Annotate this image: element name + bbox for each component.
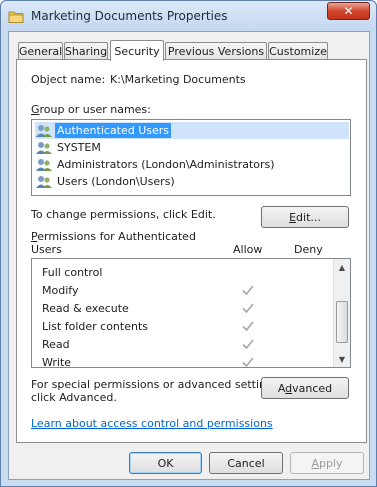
allow-column-header: Allow xyxy=(233,243,263,256)
user-name: Administrators (London\Administrators) xyxy=(57,158,275,171)
permission-name: Write xyxy=(42,356,72,368)
ok-button[interactable]: OK xyxy=(129,452,202,474)
allow-checkbox xyxy=(241,355,255,367)
list-item-authenticated-users[interactable]: Authenticated Users xyxy=(35,122,349,139)
permission-row: List folder contents xyxy=(42,318,342,336)
cancel-button[interactable]: Cancel xyxy=(209,452,283,474)
deny-checkbox xyxy=(300,301,314,315)
deny-checkbox xyxy=(300,337,314,351)
tab-security[interactable]: Security xyxy=(110,40,164,61)
scroll-thumb[interactable] xyxy=(336,301,348,343)
user-name: Users (London\Users) xyxy=(57,175,175,188)
user-name: Authenticated Users xyxy=(55,123,172,138)
permission-name: Full control xyxy=(42,266,103,279)
scroll-down-icon[interactable]: ▼ xyxy=(334,351,350,367)
permission-row: Read & execute xyxy=(42,300,342,318)
permission-name: List folder contents xyxy=(42,320,148,333)
list-item-users[interactable]: Users (London\Users) xyxy=(35,173,349,190)
close-icon: ✕ xyxy=(343,4,354,18)
deny-checkbox xyxy=(300,283,314,297)
group-users-label: Group or user names: xyxy=(31,103,151,116)
allow-checkbox xyxy=(241,337,255,351)
permissions-list[interactable]: Full control Modify Read & execute List fol… xyxy=(31,258,351,368)
permission-name: Read & execute xyxy=(42,302,129,315)
permissions-label: Permissions for Authenticated xyxy=(31,230,196,243)
title-bar[interactable]: Marketing Documents Properties ✕ xyxy=(1,1,376,31)
mnemonic-letter: E xyxy=(289,210,297,224)
close-button[interactable]: ✕ xyxy=(327,2,370,20)
deny-column-header: Deny xyxy=(294,243,323,256)
allow-checkbox xyxy=(241,301,255,315)
dialog-body: General Sharing Security Previous Versio… xyxy=(8,31,370,480)
object-name-label: Object name: xyxy=(31,73,106,86)
list-item-system[interactable]: SYSTEM xyxy=(35,139,349,156)
change-permissions-text: To change permissions, click Edit. xyxy=(31,208,216,221)
tab-general[interactable]: General xyxy=(18,42,63,60)
deny-checkbox xyxy=(300,355,314,367)
users-group-icon xyxy=(36,124,52,137)
mnemonic-letter: A xyxy=(311,456,319,470)
apply-button-label: Apply xyxy=(311,456,343,470)
properties-window: Marketing Documents Properties ✕ General… xyxy=(0,0,377,487)
permission-name: Read xyxy=(42,338,70,351)
permission-row: Full control xyxy=(42,264,342,282)
permission-row: Modify xyxy=(42,282,342,300)
tab-customize[interactable]: Customize xyxy=(268,42,328,60)
deny-checkbox xyxy=(300,265,314,279)
object-name-value: K:\Marketing Documents xyxy=(110,73,246,86)
group-users-label-text: roup or user names: xyxy=(39,103,151,116)
permission-row: Write xyxy=(42,354,342,368)
tab-previous-versions[interactable]: Previous Versions xyxy=(165,42,267,60)
security-tab-panel: Object name: K:\Marketing Documents Grou… xyxy=(16,59,367,443)
edit-button[interactable]: Edit... xyxy=(261,206,349,228)
scroll-up-icon[interactable]: ▲ xyxy=(334,259,350,275)
user-name: SYSTEM xyxy=(57,141,101,154)
group-users-label-mnemonic: G xyxy=(31,103,40,116)
permission-name: Modify xyxy=(42,284,79,297)
group-users-list[interactable]: Authenticated Users SYSTEM Administrator… xyxy=(31,119,351,196)
allow-checkbox xyxy=(241,283,255,297)
window-title: Marketing Documents Properties xyxy=(31,9,228,23)
edit-button-label: Edit... xyxy=(289,210,321,224)
mnemonic-letter: d xyxy=(285,381,293,395)
learn-permissions-link[interactable]: Learn about access control and permissio… xyxy=(31,417,273,430)
deny-checkbox xyxy=(300,319,314,333)
tab-sharing[interactable]: Sharing xyxy=(64,42,108,60)
permissions-scrollbar[interactable]: ▲ ▼ xyxy=(333,259,350,367)
allow-checkbox xyxy=(241,319,255,333)
users-group-icon xyxy=(36,175,52,188)
advanced-button-label: Advanced xyxy=(277,381,333,395)
permissions-label-user: Users xyxy=(31,243,62,256)
special-permissions-text-1: For special permissions or advanced sett… xyxy=(31,378,283,391)
users-group-icon xyxy=(36,158,52,171)
apply-button[interactable]: Apply xyxy=(290,452,364,474)
allow-checkbox xyxy=(241,265,255,279)
list-item-administrators[interactable]: Administrators (London\Administrators) xyxy=(35,156,349,173)
permission-row: Read xyxy=(42,336,342,354)
users-group-icon xyxy=(36,141,52,154)
special-permissions-text-2: click Advanced. xyxy=(31,391,117,404)
folder-icon xyxy=(8,11,24,23)
advanced-button[interactable]: Advanced xyxy=(261,377,349,399)
permissions-label-text: ermissions for Authenticated xyxy=(37,230,196,243)
